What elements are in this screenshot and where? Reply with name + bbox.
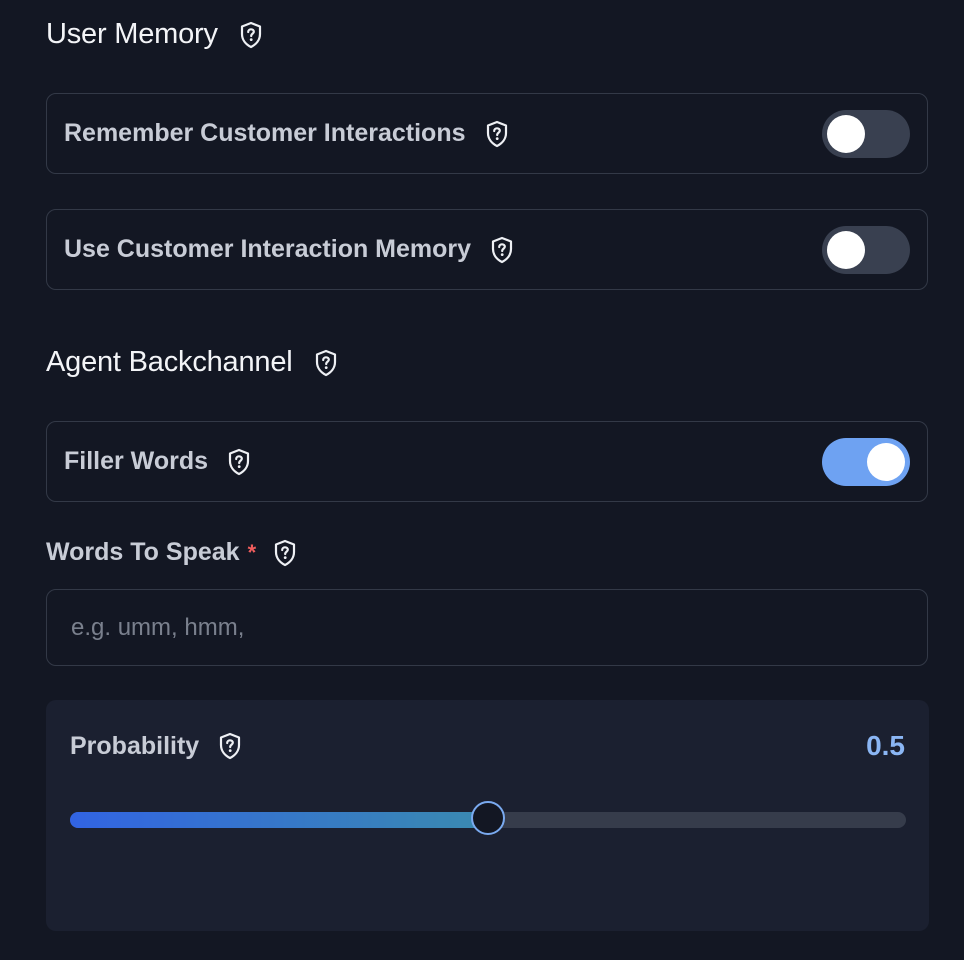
- words-to-speak-input[interactable]: [46, 589, 928, 666]
- shield-question-icon[interactable]: [226, 448, 252, 476]
- remember-interactions-toggle[interactable]: [822, 109, 910, 158]
- toggle-knob: [867, 442, 905, 481]
- filler-words-label-group: Filler Words: [64, 447, 252, 476]
- shield-question-icon[interactable]: [238, 21, 264, 49]
- probability-label-group: Probability: [70, 732, 243, 761]
- toggle-knob: [827, 114, 865, 153]
- probability-label: Probability: [70, 731, 200, 760]
- filler-words-row: Filler Words: [46, 421, 928, 502]
- probability-slider[interactable]: [70, 801, 906, 836]
- use-memory-toggle[interactable]: [822, 225, 910, 274]
- shield-question-icon[interactable]: [484, 120, 510, 148]
- probability-panel: Probability 0.5: [46, 700, 929, 931]
- agent-backchannel-heading: Agent Backchannel: [46, 346, 339, 379]
- words-to-speak-label-group: Words To Speak *: [46, 538, 298, 567]
- slider-thumb[interactable]: [471, 801, 505, 835]
- settings-panel: User Memory Remember Customer Interactio…: [0, 0, 964, 960]
- shield-question-icon[interactable]: [272, 539, 298, 567]
- remember-interactions-row: Remember Customer Interactions: [46, 93, 928, 174]
- remember-interactions-label: Remember Customer Interactions: [64, 119, 466, 147]
- use-memory-label-group: Use Customer Interaction Memory: [64, 235, 515, 264]
- use-memory-label: Use Customer Interaction Memory: [64, 235, 472, 263]
- slider-fill: [70, 812, 488, 828]
- words-to-speak-label: Words To Speak: [46, 538, 240, 566]
- use-memory-row: Use Customer Interaction Memory: [46, 209, 928, 290]
- shield-question-icon[interactable]: [489, 236, 515, 264]
- shield-question-icon[interactable]: [217, 732, 243, 760]
- shield-question-icon[interactable]: [313, 349, 339, 377]
- user-memory-heading: User Memory: [46, 18, 264, 51]
- remember-interactions-label-group: Remember Customer Interactions: [64, 119, 510, 148]
- probability-value: 0.5: [866, 730, 905, 761]
- probability-header: Probability 0.5: [70, 730, 905, 762]
- filler-words-toggle[interactable]: [822, 437, 910, 486]
- agent-backchannel-title: Agent Backchannel: [46, 346, 293, 378]
- user-memory-title: User Memory: [46, 18, 218, 50]
- toggle-knob: [827, 230, 865, 269]
- filler-words-label: Filler Words: [64, 447, 209, 475]
- required-asterisk: *: [247, 539, 257, 565]
